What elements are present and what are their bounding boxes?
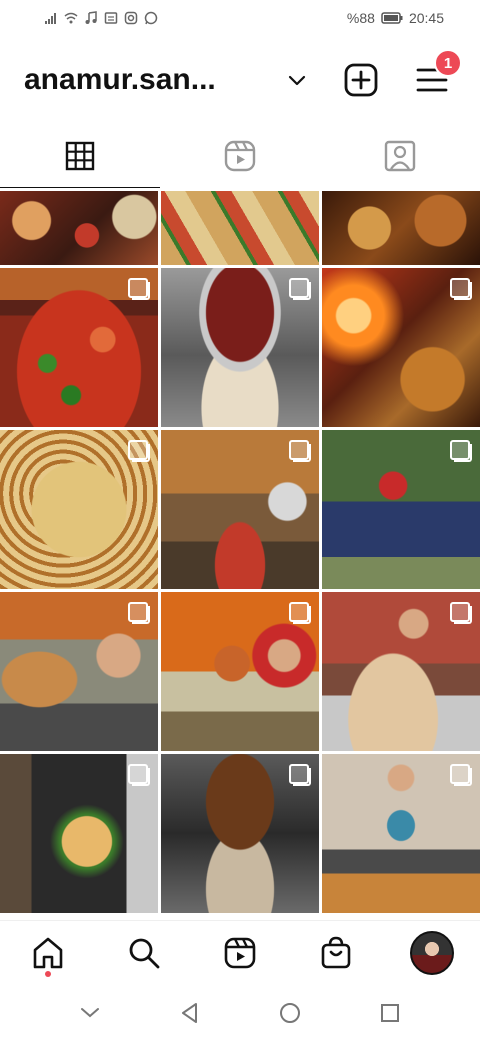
post-thumbnail[interactable] xyxy=(0,430,158,589)
home-circle-icon xyxy=(280,1003,300,1023)
nav-shop[interactable] xyxy=(312,929,360,977)
hide-keyboard-button[interactable] xyxy=(78,1001,102,1030)
tagged-icon xyxy=(384,140,416,172)
multi-photo-icon xyxy=(128,602,150,624)
post-thumbnail[interactable] xyxy=(322,592,480,751)
profile-header: anamur.san... 1 xyxy=(0,48,480,112)
back-triangle-icon xyxy=(182,1003,197,1023)
post-thumbnail[interactable] xyxy=(0,268,158,427)
profile-avatar xyxy=(410,930,454,975)
whatsapp-icon xyxy=(144,11,158,25)
music-icon xyxy=(84,11,98,25)
post-thumbnail[interactable] xyxy=(322,754,480,913)
shop-icon xyxy=(321,936,351,968)
reels-icon xyxy=(224,937,256,968)
tab-reels[interactable] xyxy=(160,124,320,188)
chevron-down-icon xyxy=(81,1008,99,1018)
status-icons-right: %88 20:45 xyxy=(347,10,444,26)
news-icon xyxy=(104,11,118,25)
multi-photo-icon xyxy=(450,440,472,462)
post-thumbnail[interactable] xyxy=(0,754,158,913)
post-thumbnail[interactable] xyxy=(161,592,319,751)
bottom-navigation xyxy=(0,920,480,984)
nav-home[interactable] xyxy=(24,929,72,977)
recents-button[interactable] xyxy=(378,1001,402,1030)
reels-icon xyxy=(224,140,256,172)
new-post-button[interactable] xyxy=(343,62,379,98)
post-grid xyxy=(0,191,480,913)
battery-percent: %88 xyxy=(346,10,375,26)
multi-photo-icon xyxy=(289,440,311,462)
wifi-icon xyxy=(64,11,78,25)
multi-photo-icon xyxy=(289,764,311,786)
post-thumbnail[interactable] xyxy=(161,191,319,265)
tab-tagged[interactable] xyxy=(320,124,480,188)
grid-icon xyxy=(65,141,95,171)
recents-square-icon xyxy=(381,1004,399,1022)
post-thumbnail[interactable] xyxy=(161,430,319,589)
profile-tabs xyxy=(0,124,480,188)
notification-dot xyxy=(45,971,51,977)
multi-photo-icon xyxy=(289,602,311,624)
post-thumbnail[interactable] xyxy=(322,268,480,427)
clock: 20:45 xyxy=(408,10,444,26)
system-navigation xyxy=(0,990,480,1041)
multi-photo-icon xyxy=(450,278,472,300)
multi-photo-icon xyxy=(128,440,150,462)
battery-icon xyxy=(381,11,403,25)
multi-photo-icon xyxy=(450,764,472,786)
username[interactable]: anamur.san... xyxy=(24,63,254,97)
plus-square-icon xyxy=(344,63,378,97)
nav-profile[interactable] xyxy=(408,929,456,977)
nav-reels[interactable] xyxy=(216,929,264,977)
nav-search[interactable] xyxy=(120,929,168,977)
search-icon xyxy=(129,938,160,968)
signal-icon xyxy=(44,11,58,25)
multi-photo-icon xyxy=(128,764,150,786)
status-bar: %88 20:45 xyxy=(0,0,480,36)
post-thumbnail[interactable] xyxy=(0,191,158,265)
post-thumbnail[interactable] xyxy=(161,268,319,427)
multi-photo-icon xyxy=(128,278,150,300)
notification-badge: 1 xyxy=(434,49,462,77)
instagram-icon xyxy=(124,11,138,25)
home-button[interactable] xyxy=(278,1001,302,1030)
post-thumbnail[interactable] xyxy=(0,592,158,751)
tab-grid[interactable] xyxy=(0,124,160,188)
post-thumbnail[interactable] xyxy=(161,754,319,913)
multi-photo-icon xyxy=(450,602,472,624)
multi-photo-icon xyxy=(289,278,311,300)
chevron-down-icon[interactable] xyxy=(285,68,309,92)
post-thumbnail[interactable] xyxy=(322,191,480,265)
back-button[interactable] xyxy=(178,1001,202,1030)
status-icons-left xyxy=(44,11,158,25)
home-icon xyxy=(33,937,63,968)
post-thumbnail[interactable] xyxy=(322,430,480,589)
